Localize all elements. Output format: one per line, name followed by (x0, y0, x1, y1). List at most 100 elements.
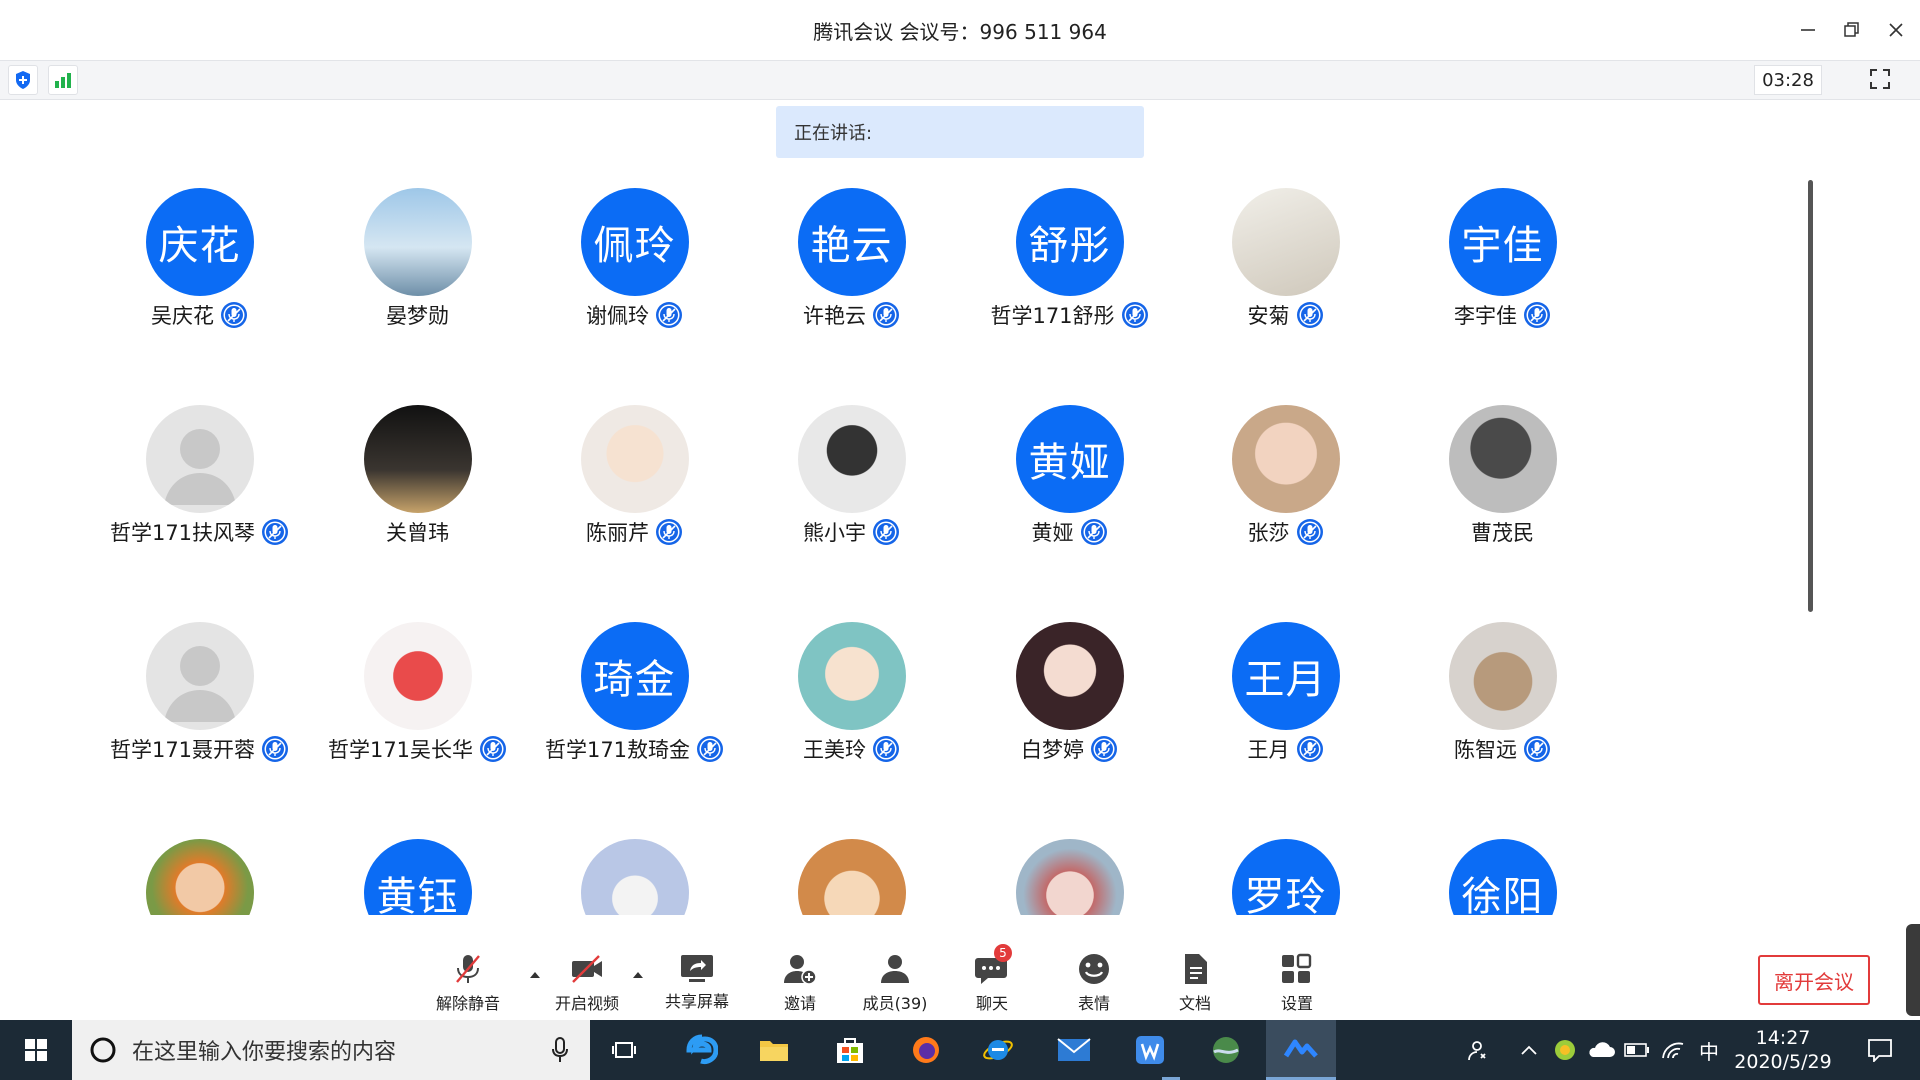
restore-button[interactable] (1832, 14, 1872, 46)
photos-button[interactable] (1196, 1020, 1256, 1080)
side-panel-handle[interactable] (1906, 924, 1920, 1016)
mic-muted-icon (656, 519, 682, 545)
participant-tile[interactable] (743, 821, 960, 915)
minimize-icon (1801, 29, 1815, 31)
participant-name-text: 李宇佳 (1454, 304, 1517, 328)
notification-icon (1868, 1039, 1892, 1062)
tray-app-button[interactable] (1550, 1020, 1580, 1080)
fullscreen-button[interactable] (1864, 65, 1896, 93)
network-quality-button[interactable] (48, 65, 78, 95)
participant-tile[interactable]: 琦金 哲学171敖琦金 (526, 604, 743, 821)
taskbar-search-box[interactable]: 在这里输入你要搜索的内容 (72, 1020, 590, 1080)
participant-tile[interactable]: 熊小宇 (743, 387, 960, 604)
store-bag-icon (837, 1038, 863, 1063)
video-options-caret-icon[interactable] (631, 968, 645, 982)
battery-button[interactable] (1622, 1020, 1652, 1080)
people-button[interactable] (1460, 1020, 1494, 1080)
participant-tile[interactable]: 白梦婷 (961, 604, 1178, 821)
internet-explorer-icon (983, 1040, 1013, 1060)
mail-button[interactable] (1044, 1020, 1104, 1080)
documents-button[interactable]: 文档 (1155, 952, 1235, 1014)
participant-tile[interactable]: 关曾玮 (309, 387, 526, 604)
participant-tile[interactable]: 曹茂民 (1394, 387, 1611, 604)
participant-tile[interactable]: 佩玲 谢佩玲 (526, 170, 743, 387)
taskbar-clock[interactable]: 14:27 2020/5/29 (1720, 1026, 1846, 1074)
internet-explorer-button[interactable] (968, 1020, 1028, 1080)
onedrive-button[interactable] (1586, 1020, 1616, 1080)
chat-label: 聊天 (975, 994, 1008, 1013)
share-screen-button[interactable]: 共享屏幕 (657, 952, 737, 1012)
meeting-toolbar: 解除静音 开启视频 共享屏幕 邀请 成员(39) 5 聊天 表情 文档 设置 (0, 940, 1920, 1016)
mic-muted-icon (1091, 736, 1117, 762)
security-button[interactable] (8, 65, 38, 95)
participant-tile[interactable]: 庆花 吴庆花 (91, 170, 308, 387)
participant-tile[interactable]: 陈智远 (1394, 604, 1611, 821)
participant-tile[interactable]: 黄钰 (309, 821, 526, 915)
participant-tile[interactable]: 张莎 (1177, 387, 1394, 604)
action-center-button[interactable] (1852, 1020, 1908, 1080)
participant-tile[interactable]: 黄娅 黄娅 (961, 387, 1178, 604)
firefox-icon (913, 1037, 939, 1063)
tencent-meeting-button[interactable] (1266, 1020, 1336, 1080)
members-icon (881, 955, 909, 983)
participant-name: 曹茂民 (1394, 517, 1611, 547)
participant-tile[interactable] (526, 821, 743, 915)
participant-name: 黄娅 (961, 517, 1178, 547)
participant-name: 安菊 (1177, 300, 1394, 330)
participant-name-text: 黄娅 (1031, 521, 1074, 545)
close-button[interactable] (1876, 14, 1916, 46)
start-video-button[interactable]: 开启视频 (547, 952, 627, 1014)
participant-name-text: 陈智远 (1454, 738, 1517, 762)
task-view-button[interactable] (594, 1020, 654, 1080)
microphone-icon[interactable] (550, 1036, 570, 1064)
invite-button[interactable]: 邀请 (760, 952, 840, 1014)
unmute-button[interactable]: 解除静音 (428, 952, 508, 1014)
settings-button[interactable]: 设置 (1257, 952, 1337, 1014)
task-view-icon (612, 1042, 636, 1058)
participant-tile[interactable] (91, 821, 308, 915)
show-hidden-icons-button[interactable] (1514, 1020, 1544, 1080)
participant-avatar: 徐阳 (1448, 839, 1557, 915)
participant-name: 李宇佳 (1394, 300, 1611, 330)
participant-tile[interactable]: 罗玲 (1177, 821, 1394, 915)
audio-options-caret-icon[interactable] (528, 968, 542, 982)
participant-name: 白梦婷 (961, 734, 1178, 764)
leave-meeting-button[interactable]: 离开会议 (1758, 955, 1870, 1005)
grid-scrollbar[interactable] (1808, 180, 1813, 612)
cloud-icon (1589, 1042, 1615, 1057)
participant-name: 晏梦勋 (309, 300, 526, 330)
participant-name-text: 晏梦勋 (386, 304, 449, 328)
participant-name: 王美玲 (743, 734, 960, 764)
participant-tile[interactable]: 王美玲 (743, 604, 960, 821)
participant-tile[interactable]: 艳云 许艳云 (743, 170, 960, 387)
participant-photo (580, 405, 689, 513)
meeting-status-bar: 03:28 (0, 60, 1920, 100)
participant-tile[interactable]: 徐阳 (1394, 821, 1611, 915)
participant-name: 哲学171舒彤 (961, 300, 1178, 330)
participant-tile[interactable]: 哲学171聂开蓉 (91, 604, 308, 821)
participant-tile[interactable]: 哲学171吴长华 (309, 604, 526, 821)
chat-button[interactable]: 5 聊天 (952, 944, 1032, 1014)
participant-name-text: 哲学171舒彤 (990, 304, 1115, 328)
start-button[interactable] (0, 1020, 72, 1080)
file-explorer-button[interactable] (744, 1020, 804, 1080)
emoji-button[interactable]: 表情 (1054, 952, 1134, 1014)
firefox-button[interactable] (896, 1020, 956, 1080)
participant-tile[interactable]: 晏梦勋 (309, 170, 526, 387)
mic-muted-icon (656, 302, 682, 328)
members-button[interactable]: 成员(39) (855, 952, 935, 1014)
clock-time: 14:27 (1755, 1027, 1811, 1049)
participant-tile[interactable]: 宇佳 李宇佳 (1394, 170, 1611, 387)
participant-tile[interactable]: 陈丽芹 (526, 387, 743, 604)
wps-button[interactable] (1120, 1020, 1180, 1080)
participant-tile[interactable]: 王月 王月 (1177, 604, 1394, 821)
participant-name-text: 吴庆花 (151, 304, 214, 328)
participant-tile[interactable]: 舒彤 哲学171舒彤 (961, 170, 1178, 387)
store-button[interactable] (820, 1020, 880, 1080)
participant-tile[interactable]: 安菊 (1177, 170, 1394, 387)
participant-tile[interactable]: 哲学171扶风琴 (91, 387, 308, 604)
minimize-button[interactable] (1788, 14, 1828, 46)
edge-app-button[interactable] (672, 1020, 732, 1080)
participant-tile[interactable] (961, 821, 1178, 915)
wifi-button[interactable] (1658, 1020, 1688, 1080)
